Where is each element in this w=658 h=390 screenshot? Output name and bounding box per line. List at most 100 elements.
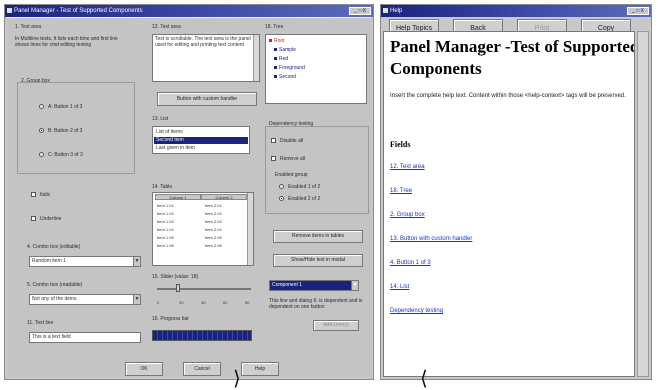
list-box[interactable]: List of items Second item Last given in … (152, 126, 250, 154)
table-cell: Item 1.05 (157, 235, 174, 240)
help-link[interactable]: 2. Group box (390, 212, 425, 218)
underline-checkbox[interactable] (31, 216, 36, 221)
tree-node[interactable]: Red (274, 56, 288, 62)
slider-thumb[interactable] (176, 284, 181, 292)
textarea2-label: 12. Text area (152, 24, 181, 30)
progress-label: 16. Progress bar (152, 316, 189, 322)
tree-node[interactable]: Root (269, 38, 285, 44)
dep-note: This line and dialog 6: is dependent and… (269, 298, 363, 310)
tree-node[interactable]: Second (274, 74, 296, 80)
combo-a-value: Random item 1 (32, 258, 66, 264)
table-scrollbar[interactable] (247, 193, 253, 265)
window-controls-icon[interactable]: _ □ X (627, 7, 649, 15)
radio-label-2: B: Button 2 of 3 (48, 128, 83, 134)
table-cell: Item 1.01 (157, 203, 174, 208)
tree-node[interactable]: Foreground (274, 65, 305, 71)
radio-button-2[interactable] (39, 128, 44, 133)
help-link[interactable]: 12. Text area (390, 164, 425, 170)
list-item[interactable]: Second item (154, 137, 248, 144)
tree-node[interactable]: Sample (274, 47, 296, 53)
italic-label: Italic (40, 192, 51, 198)
textarea2-value: Text is scrollable. The text area is the… (155, 36, 251, 48)
help-link[interactable]: 4. Button 1 of 3 (390, 260, 431, 266)
table-cell: Item 1.03 (157, 219, 174, 224)
disable-all-checkbox[interactable] (271, 138, 276, 143)
panel-manager-window: Panel Manager - Test of Supported Compon… (4, 4, 374, 380)
list-label: 13. List (152, 116, 169, 122)
radio-button-1[interactable] (39, 104, 44, 109)
slider-tick: 20 (179, 300, 184, 305)
help-link[interactable]: Dependency testing (390, 308, 443, 314)
show-hide-button[interactable]: Show/Hide text in modal (273, 254, 363, 267)
radio-label-1: A: Button 1 of 3 (48, 104, 83, 110)
data-table[interactable]: Column 1 Column 2 Item 1.01 Item 2.01 Ite… (152, 192, 254, 266)
table-label: 14. Table (152, 184, 173, 190)
table-cell: Item 2.06 (205, 243, 222, 248)
ok-button[interactable]: OK (125, 362, 163, 376)
panel-title-bar[interactable]: Panel Manager - Test of Supported Compon… (5, 5, 373, 17)
tree-label: 18. Tree (265, 24, 284, 30)
combo-b-label: 5. Combo box (readable) (27, 282, 83, 288)
remove-all-checkbox[interactable] (271, 156, 276, 161)
textarea2-scrollbar[interactable] (253, 35, 259, 81)
table-header-2[interactable]: Column 2 (201, 194, 247, 200)
chevron-down-icon[interactable]: ▼ (133, 295, 140, 304)
enabled-group-label: Enabled group (275, 172, 308, 178)
tree-view[interactable]: Root Sample Red Foreground Second (265, 34, 367, 104)
help-scrollbar[interactable] (637, 31, 649, 377)
text-area-value: In Multiline tests. It lists each time a… (15, 36, 118, 48)
add-lines-button[interactable]: Add Line(s) (313, 320, 359, 331)
table-cell: Item 2.02 (205, 211, 222, 216)
list-item[interactable]: List of items (154, 129, 248, 136)
app-icon (7, 8, 12, 13)
textarea2-input[interactable]: Text is scrollable. The text area is the… (152, 34, 260, 82)
table-cell: Item 1.02 (157, 211, 174, 216)
combo-b-dropdown[interactable]: Not any of the items ▼ (29, 294, 141, 305)
textline-input[interactable]: This is a text field (29, 332, 141, 343)
panel-body: 1. Text area In Multiline tests. It list… (7, 17, 371, 377)
cancel-button[interactable]: Cancel (183, 362, 221, 376)
window-controls-icon[interactable]: _ □ X (349, 7, 371, 15)
table-cell: Item 1.04 (157, 227, 174, 232)
chevron-down-icon[interactable]: ▼ (351, 281, 358, 290)
slider-tick: 40 (201, 300, 206, 305)
slider-tick: 60 (223, 300, 228, 305)
help-link[interactable]: 18. Tree (390, 188, 412, 194)
radio-label-3: C: Button 3 of 3 (48, 152, 83, 158)
help-content: Panel Manager -Test of Supported Compone… (383, 31, 635, 377)
chevron-down-icon[interactable]: ▼ (133, 257, 140, 266)
panel-title: Panel Manager - Test of Supported Compon… (14, 8, 143, 14)
help-link[interactable]: 14. List (390, 284, 409, 290)
help-link[interactable]: 13. Button with custom handler (390, 236, 472, 242)
slider-tick: 0 (157, 300, 160, 305)
help-description: Insert the complete help text. Content w… (390, 93, 626, 99)
remove-items-button[interactable]: Remove items in tables (273, 230, 363, 243)
combo-b-value: Not any of the items (32, 296, 77, 302)
textline-label: 11. Text line (27, 320, 54, 326)
radio-button-3[interactable] (39, 152, 44, 157)
text-area-label: 1. Text area (15, 24, 42, 30)
help-title: Help (390, 8, 403, 14)
underline-label: Underline (40, 216, 62, 222)
remove-all-label: Remove all (280, 156, 306, 162)
dep-radio-2[interactable] (279, 196, 284, 201)
fields-heading: Fields (390, 140, 411, 149)
italic-checkbox[interactable] (31, 192, 36, 197)
help-title-bar[interactable]: Help _ □ X (381, 5, 651, 17)
combo-a-dropdown[interactable]: Random item 1 ▼ (29, 256, 141, 267)
chevron-left-icon: ⟨ (420, 366, 428, 390)
dep-radio-label-2: Enabled 2 of 2 (288, 196, 321, 202)
dep-radio-1[interactable] (279, 184, 284, 189)
table-cell: Item 1.06 (157, 243, 174, 248)
list-item[interactable]: Last given in item (154, 145, 248, 152)
dep-combo[interactable]: Component 1 ▼ (269, 280, 359, 291)
table-cell: Item 2.03 (205, 219, 222, 224)
table-header-1[interactable]: Column 1 (155, 194, 201, 200)
custom-handler-button[interactable]: Button with custom handler (157, 92, 257, 106)
chevron-right-icon: ⟩ (233, 366, 241, 390)
help-button[interactable]: Help (241, 362, 279, 376)
progress-bar (152, 330, 252, 341)
slider-track[interactable] (157, 288, 251, 290)
slider-label: 15. Slider (value: 18) (152, 274, 199, 280)
dep-combo-value: Component 1 (272, 282, 303, 288)
